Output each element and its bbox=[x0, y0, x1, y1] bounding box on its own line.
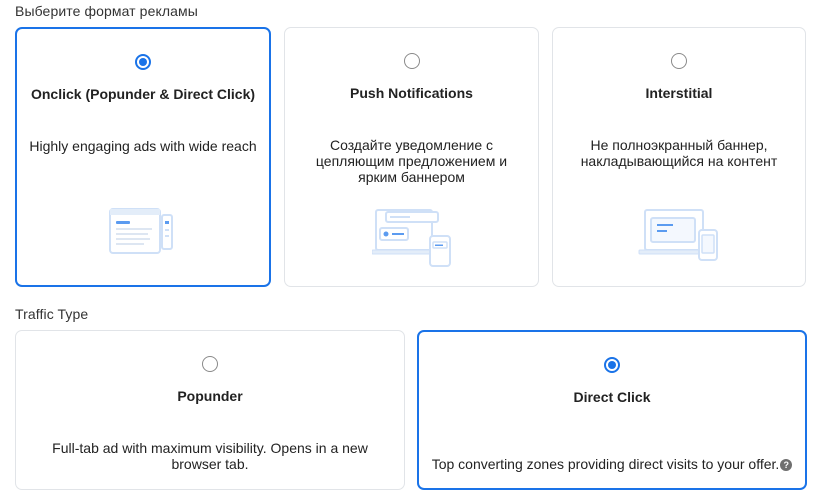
help-icon[interactable]: ? bbox=[780, 459, 793, 471]
ad-format-option-interstitial[interactable]: Interstitial Не полноэкранный баннер, на… bbox=[552, 27, 806, 287]
onclick-radio[interactable] bbox=[135, 54, 151, 70]
traffic-type-option-direct-click[interactable]: Direct Click Top converting zones provid… bbox=[417, 330, 807, 490]
ad-format-option-onclick[interactable]: Onclick (Popunder & Direct Click) Highly… bbox=[15, 27, 271, 287]
popunder-description: Full-tab ad with maximum visibility. Ope… bbox=[52, 440, 368, 472]
push-description: Создайте уведомление с цепляющим предлож… bbox=[315, 137, 508, 185]
ad-format-heading: Выберите формат рекламы bbox=[15, 3, 198, 19]
interstitial-radio[interactable] bbox=[671, 53, 687, 69]
push-radio[interactable] bbox=[403, 53, 420, 69]
popunder-window-icon bbox=[109, 208, 173, 254]
onclick-description: Highly engaging ads with wide reach bbox=[29, 138, 257, 154]
traffic-type-heading: Traffic Type bbox=[15, 306, 89, 322]
traffic-type-option-popunder[interactable]: Popunder Full-tab ad with maximum visibi… bbox=[15, 330, 405, 490]
push-title: Push Notifications bbox=[350, 85, 473, 101]
direct-click-title: Direct Click bbox=[573, 389, 651, 405]
direct-click-description-row: Top converting zones providing direct vi… bbox=[423, 456, 801, 472]
ad-format-option-push[interactable]: Push Notifications Создайте уведомление … bbox=[284, 27, 539, 287]
direct-click-radio[interactable] bbox=[604, 357, 620, 373]
interstitial-title: Interstitial bbox=[645, 85, 713, 101]
interstitial-description: Не полноэкранный баннер, накладывающийся… bbox=[580, 137, 778, 169]
direct-click-description: Top converting zones providing direct vi… bbox=[431, 456, 780, 472]
popunder-title: Popunder bbox=[177, 388, 243, 404]
push-notification-icon bbox=[371, 209, 451, 267]
onclick-title: Onclick (Popunder & Direct Click) bbox=[30, 86, 256, 102]
popunder-radio[interactable] bbox=[202, 356, 218, 372]
interstitial-icon bbox=[638, 209, 718, 261]
